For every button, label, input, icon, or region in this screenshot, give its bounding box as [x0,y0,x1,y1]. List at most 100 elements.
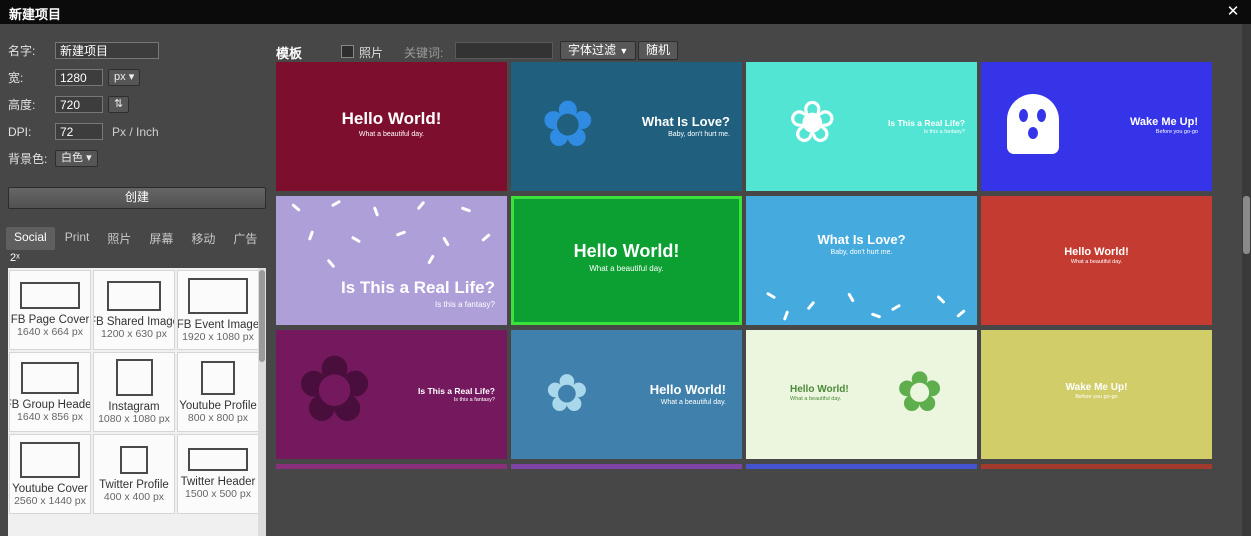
size-card-youtube-cover[interactable]: Youtube Cover 2560 x 1440 px [9,434,91,514]
template-card-what-is-love-blue[interactable]: ✿ What Is Love? Baby, don't hurt me. [511,62,742,191]
size-dims: 1920 x 1080 px [182,331,254,343]
size-card-twitter-profile[interactable]: Twitter Profile 400 x 400 px [93,434,175,514]
size-aspect-rect [188,278,248,314]
size-name: Youtube Cover [12,483,88,495]
name-label: 名字: [8,42,35,60]
create-button[interactable]: 创建 [8,187,266,209]
template-card-real-life-magenta[interactable]: ✿ Is This a Real Life? Is this a fantasy… [276,330,507,459]
tulip-icon: ✿ [896,364,943,420]
size-aspect-rect [20,442,80,478]
size-card-twitter-header[interactable]: Twitter Header 1500 x 500 px [177,434,259,514]
new-project-dialog: 新建项目 ✕ 名字: 宽: px ▾ 高度: ⇅ DPI: Px / Inch … [0,0,1251,536]
tab-photo[interactable]: 照片 [99,227,139,250]
size-aspect-rect [120,446,148,474]
background-color-dropdown[interactable]: 白色 ▾ [55,150,98,167]
template-subtitle: What a beautiful day. [790,396,849,402]
size-card-fb-shared-image[interactable]: FB Shared Image 1200 x 630 px [93,270,175,350]
template-subtitle: What a beautiful day. [650,399,726,406]
photo-checkbox[interactable] [341,45,354,58]
size-aspect-rect [21,362,79,394]
tab-print[interactable]: Print [57,227,98,250]
template-card-hello-world-maroon[interactable]: Hello World! What a beautiful day. [276,62,507,191]
template-card-partial[interactable] [276,464,507,469]
template-card-partial[interactable] [511,464,742,469]
flower-icon: ✿ [296,344,373,436]
templates-heading: 模板 [276,43,302,62]
template-subtitle: Is this a fantasy? [341,300,495,309]
sakura-flower-icon: ✿ [545,368,589,420]
sizes-scrollbar[interactable] [258,268,266,536]
template-card-what-is-love-sky[interactable]: What Is Love? Baby, don't hurt me. [746,196,977,325]
size-name: FB Shared Image [93,316,175,328]
width-label: 宽: [8,69,23,87]
size-aspect-rect [188,448,248,471]
main-scrollbar[interactable] [1242,24,1251,536]
template-subtitle: What a beautiful day. [514,264,739,273]
swap-icon: ⇅ [114,98,123,110]
close-icon[interactable]: ✕ [1224,3,1242,21]
size-card-fb-event-image[interactable]: FB Event Image 1920 x 1080 px [177,270,259,350]
size-aspect-rect [20,282,80,309]
template-subtitle: Is this a fantasy? [418,397,495,403]
size-template-list: FB Page Cover 1640 x 664 px FB Shared Im… [8,268,266,536]
size-aspect-rect [201,361,235,395]
template-subtitle: What a beautiful day. [276,131,507,138]
size-name: FB Group Header [9,399,91,411]
template-card-partial[interactable] [746,464,977,469]
tab-social[interactable]: Social [6,227,55,250]
category-tabs: Social Print 照片 屏幕 移动 广告 [6,227,265,250]
dpi-input[interactable] [55,123,103,140]
size-aspect-rect [116,359,153,396]
size-dims: 2560 x 1440 px [14,495,86,507]
template-card-hello-world-red[interactable]: Hello World! What a beautiful day. [981,196,1212,325]
size-name: FB Event Image [177,319,259,331]
size-dims: 1640 x 664 px [17,326,83,338]
template-card-wake-me-up-blue[interactable]: Wake Me Up! Before you go-go [981,62,1212,191]
template-card-real-life-turquoise[interactable]: ❀ Is This a Real Life? Is this a fantasy… [746,62,977,191]
font-filter-dropdown[interactable]: 字体过滤 ▼ [560,41,636,60]
template-title: Is This a Real Life? [341,278,495,298]
project-name-input[interactable] [55,42,159,59]
ghost-icon [1007,94,1059,154]
keywords-label: 关键词: [404,44,443,61]
template-card-partial[interactable] [981,464,1212,469]
keywords-input[interactable] [455,42,553,59]
tab-mobile[interactable]: 移动 [183,227,223,250]
template-card-real-life-lavender[interactable]: Is This a Real Life? Is this a fantasy? [276,196,507,325]
template-title: Hello World! [514,241,739,262]
ghost-eye [1037,109,1046,122]
size-card-fb-page-cover[interactable]: FB Page Cover 1640 x 664 px [9,270,91,350]
sizes-scrollbar-thumb[interactable] [259,270,265,362]
main-scrollbar-thumb[interactable] [1243,196,1250,254]
size-card-fb-group-header[interactable]: FB Group Header 1640 x 856 px [9,352,91,432]
photo-checkbox-label: 照片 [359,44,383,61]
random-button[interactable]: 随机 [638,41,678,60]
background-color-value: 白色 [61,152,83,164]
confetti-decoration [746,196,977,325]
template-subtitle: What a beautiful day. [981,259,1212,265]
tab-ads[interactable]: 广告 [225,227,265,250]
width-input[interactable] [55,69,103,86]
size-card-instagram[interactable]: Instagram 1080 x 1080 px [93,352,175,432]
swap-dimensions-button[interactable]: ⇅ [108,96,129,113]
double-size-button[interactable]: 2ˣ [10,252,20,264]
width-unit-dropdown[interactable]: px ▾ [108,69,140,86]
size-card-youtube-profile[interactable]: Youtube Profile 800 x 800 px [177,352,259,432]
ghost-eye [1019,109,1028,122]
template-title: Is This a Real Life? [888,118,965,128]
template-card-hello-world-green-selected[interactable]: Hello World! What a beautiful day. [511,196,742,325]
template-card-hello-world-steelblue[interactable]: ✿ Hello World! What a beautiful day. [511,330,742,459]
template-title: Hello World! [981,246,1212,258]
ghost-mouth [1028,127,1038,139]
height-input[interactable] [55,96,103,113]
template-title: Wake Me Up! [1130,116,1198,128]
size-name: Youtube Profile [179,400,257,412]
template-preview-grid: Hello World! What a beautiful day. ✿ Wha… [276,62,1223,469]
tab-screen[interactable]: 屏幕 [141,227,181,250]
template-card-wake-me-up-khaki[interactable]: Wake Me Up! Before you go-go [981,330,1212,459]
dialog-title: 新建项目 [9,4,61,23]
height-label: 高度: [8,96,35,114]
size-name: FB Page Cover [11,314,90,326]
template-card-hello-world-palegreen[interactable]: Hello World! What a beautiful day. ✿ [746,330,977,459]
template-title: Wake Me Up! [981,382,1212,393]
